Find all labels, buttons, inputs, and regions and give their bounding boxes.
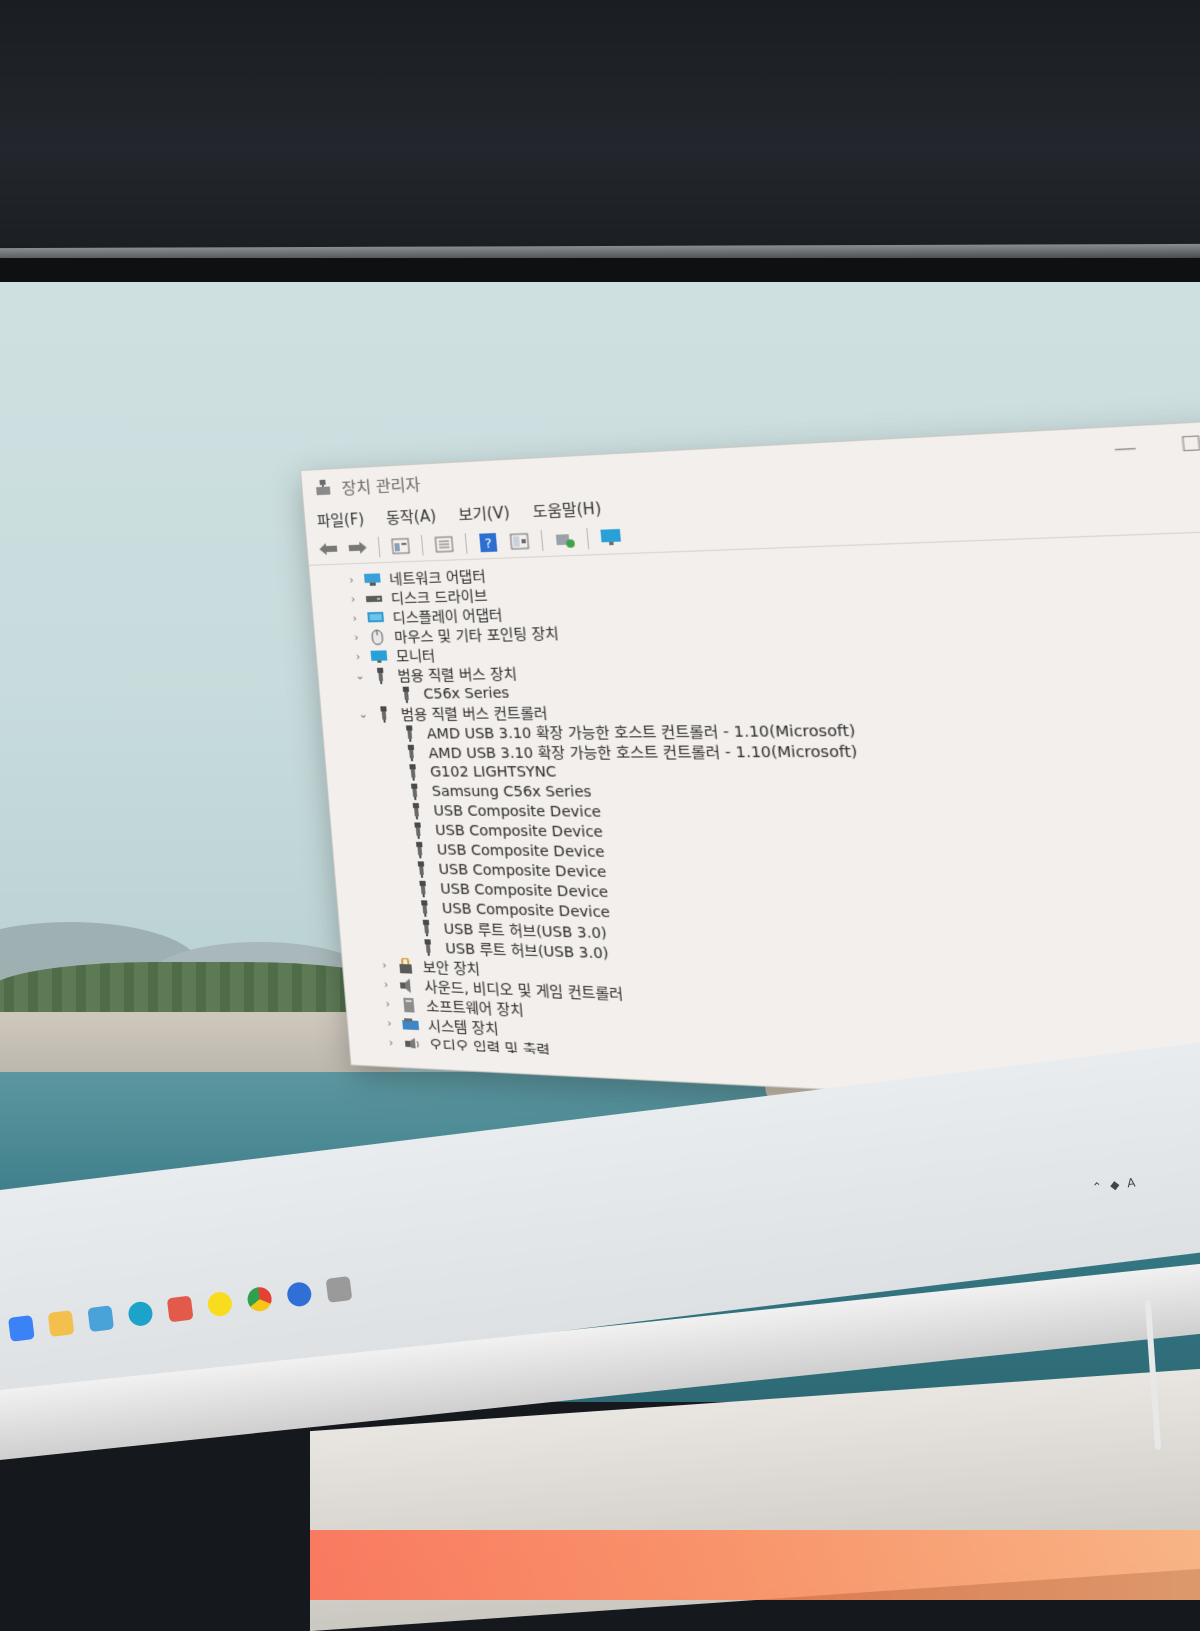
tree-item-label: USB Composite Device [433,803,602,821]
tree-item-label: USB Composite Device [438,861,607,880]
tree-item-label: USB Composite Device [436,842,605,861]
software-device-icon [399,996,419,1013]
chrome-icon[interactable] [246,1286,273,1313]
menu-help[interactable]: 도움말(H) [532,497,602,522]
usb-icon [403,764,423,780]
tree-item[interactable]: AMD USB 3.10 확장 가능한 호스트 컨트롤러 - 1.10(Micr… [358,738,1200,762]
usb-icon [402,744,422,760]
chevron-right-icon[interactable]: › [384,1055,401,1069]
tree-item-label: 이미징 장치 [430,1054,503,1078]
forward-arrow-icon[interactable] [346,537,369,558]
chevron-right-icon[interactable]: › [348,631,365,645]
tree-item-label: C56x Series [423,685,510,703]
tray-chevron-icon[interactable]: ⌃ [1091,1179,1103,1194]
toolbar-separator [378,537,381,557]
audio-io-icon [402,1035,422,1052]
app-icon[interactable] [167,1296,194,1323]
usb-icon [415,900,435,917]
tree-item-label: 범용 직렬 버스 컨트롤러 [400,702,548,724]
display-adapter-icon [366,609,385,626]
chevron-down-icon[interactable]: ⌄ [355,708,372,721]
maximize-button[interactable]: ☐ [1179,431,1200,456]
device-manager-window-wrap: 장치 관리자 — ☐ ✕ 파일(F) 동작(A) 보기(V) 도움말(H) [300,470,1180,1090]
sound-icon [397,977,417,994]
menu-action[interactable]: 동작(A) [385,504,437,528]
usb-icon [371,667,390,684]
usb-icon [412,861,432,878]
menu-file[interactable]: 파일(F) [316,508,365,531]
properties-icon[interactable] [432,534,456,555]
usb-icon [410,841,430,858]
usb-icon [417,919,437,936]
resource-view-icon[interactable] [507,531,532,553]
room-background [0,0,1200,250]
tray-language-icon[interactable]: A [1126,1175,1136,1190]
usb-icon [400,725,420,741]
monitor-icon [369,648,388,665]
tree-item-label: AMD USB 3.10 확장 가능한 호스트 컨트롤러 - 1.10(Micr… [428,740,858,763]
system-device-icon [401,1016,421,1033]
scan-hardware-icon[interactable] [552,529,577,551]
chevron-right-icon[interactable]: › [343,573,360,587]
chevron-right-icon[interactable]: › [379,997,396,1011]
help-icon[interactable]: ? [476,532,501,554]
tree-item-label: Samsung C56x Series [431,783,592,800]
task-view-icon[interactable] [87,1305,114,1332]
tree-item-label: 오디오 입력 및 출력 [429,1034,551,1060]
usb-icon [418,939,438,956]
chevron-right-icon[interactable]: › [381,1016,398,1030]
minimize-button[interactable]: — [1112,435,1137,460]
usb-icon [397,686,417,703]
tree-item-label: G102 LIGHTSYNC [429,763,556,780]
chevron-right-icon[interactable]: › [383,1036,400,1050]
menu-view[interactable]: 보기(V) [457,501,510,525]
monitor-update-icon[interactable] [598,527,624,549]
device-tree: ›네트워크 어댑터›디스크 드라이브›디스플레이 어댑터›마우스 및 기타 포인… [309,530,1200,1093]
device-manager-taskbar-icon[interactable] [326,1276,353,1303]
edge-icon[interactable] [127,1300,154,1327]
usb-icon [413,880,433,897]
disk-drive-icon [364,590,383,607]
chevron-right-icon[interactable]: › [378,977,395,991]
tree-item-label: 모니터 [395,645,436,666]
svg-text:?: ? [484,536,493,552]
toolbar-separator [421,535,424,555]
chevron-right-icon[interactable]: › [376,958,393,972]
ambient-light [310,1530,1200,1600]
mouse-icon [368,629,387,646]
start-icon[interactable] [8,1315,35,1342]
back-arrow-icon[interactable] [317,539,340,560]
security-device-icon [396,957,416,974]
imaging-device-icon [404,1054,424,1071]
tree-item[interactable]: G102 LIGHTSYNC [359,760,1200,782]
usb-icon [405,783,425,799]
chevron-down-icon[interactable]: ⌄ [351,669,368,682]
chevron-right-icon[interactable]: › [350,650,367,663]
usb-icon [408,822,428,839]
tree-item-label: USB Composite Device [435,822,604,840]
device-view-icon[interactable] [389,535,413,556]
chevron-right-icon[interactable]: › [345,592,362,606]
device-manager-icon [313,478,332,497]
toolbar-separator [586,528,589,549]
tray-network-icon[interactable]: ◆ [1109,1177,1120,1192]
usb-icon [407,802,427,818]
device-manager-window[interactable]: 장치 관리자 — ☐ ✕ 파일(F) 동작(A) 보기(V) 도움말(H) [300,417,1200,1117]
chevron-right-icon[interactable]: › [346,611,363,625]
tree-item-label: 범용 직렬 버스 장치 [397,663,518,686]
tree-item-label: 마우스 및 기타 포인팅 장치 [393,622,559,647]
usb-icon [374,706,393,722]
file-explorer-icon[interactable] [48,1310,75,1337]
toolbar-separator [465,533,468,554]
toolbar-separator [541,530,544,551]
network-adapter-icon [363,571,382,588]
media-player-icon[interactable] [286,1281,313,1308]
kakaotalk-icon[interactable] [207,1291,234,1318]
tree-item-label: USB Composite Device [440,881,609,901]
window-title: 장치 관리자 [341,471,422,499]
